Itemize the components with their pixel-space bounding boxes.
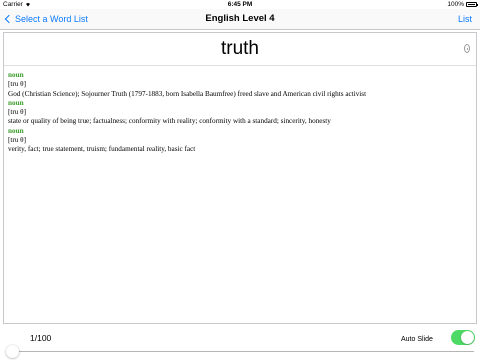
pronunciation: [tru θ] bbox=[8, 136, 27, 145]
definition-item: noun [tru θ] verity, fact; true statemen… bbox=[8, 127, 470, 155]
pronunciation: [tru θ] bbox=[8, 108, 27, 117]
progress-slider-knob[interactable] bbox=[6, 345, 19, 358]
speaker-icon[interactable] bbox=[464, 44, 470, 53]
definition-text: God (Christian Science); Sojourner Truth… bbox=[8, 89, 367, 98]
definition-item: noun [tru θ] God (Christian Science); So… bbox=[8, 71, 470, 99]
progress-slider-track[interactable] bbox=[12, 351, 474, 352]
definition-text: verity, fact; true statement, truism; fu… bbox=[8, 145, 196, 154]
page-title: English Level 4 bbox=[205, 13, 275, 24]
part-of-speech: noun bbox=[8, 126, 24, 135]
battery-icon bbox=[466, 2, 479, 7]
definition-text: state or quality of being true; factualn… bbox=[8, 117, 331, 126]
auto-slide-toggle[interactable] bbox=[451, 330, 475, 345]
word-title: truth bbox=[220, 38, 260, 59]
definitions-list: noun [tru θ] God (Christian Science); So… bbox=[8, 71, 470, 155]
toggle-knob bbox=[461, 331, 474, 344]
pronunciation: [tru θ] bbox=[8, 80, 27, 89]
part-of-speech: noun bbox=[8, 98, 24, 107]
list-button[interactable]: List bbox=[458, 9, 472, 29]
navigation-bar: Select a Word List English Level 4 List bbox=[0, 9, 480, 30]
status-bar: Carrier 6:45 PM 100% bbox=[0, 0, 480, 9]
status-time: 6:45 PM bbox=[227, 1, 253, 8]
word-counter: 1/100 bbox=[30, 333, 52, 343]
part-of-speech: noun bbox=[8, 71, 24, 79]
definition-item: noun [tru θ] state or quality of being t… bbox=[8, 99, 470, 127]
auto-slide-label: Auto Slide bbox=[401, 336, 433, 343]
word-card[interactable]: truth noun [tru θ] God (Christian Scienc… bbox=[3, 32, 477, 324]
battery-percent: 100% bbox=[447, 1, 464, 8]
word-header: truth bbox=[4, 33, 476, 66]
status-battery: 100% bbox=[447, 0, 479, 9]
